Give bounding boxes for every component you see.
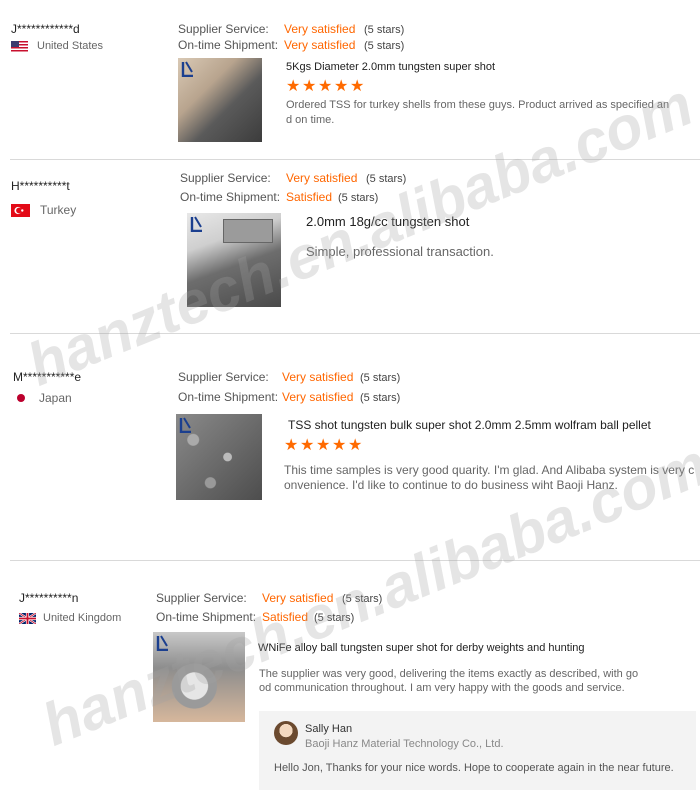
review-comment: Ordered TSS for turkey shells from these… (286, 98, 698, 128)
us-flag-icon (11, 40, 28, 52)
buyer-name: H**********t (11, 179, 70, 193)
supplier-service-stars: (5 stars) (364, 24, 405, 36)
micrometer-icon (223, 219, 273, 243)
shipment-value: Very satisfied (282, 390, 354, 404)
comment-line: od communication throughout. I am very h… (259, 682, 625, 694)
reply-author-name: Sally Han (305, 723, 353, 735)
comment-line: Simple, professional transaction. (306, 244, 494, 259)
star-icon: ★ (284, 437, 299, 454)
buyer-country: Japan (15, 391, 72, 405)
supplier-service-label: Supplier Service: (178, 370, 269, 384)
product-star-rating: ★ ★ ★ ★ ★ (286, 78, 365, 95)
star-icon: ★ (302, 78, 317, 95)
supplier-service-stars: (5 stars) (360, 372, 401, 384)
star-icon: ★ (316, 437, 331, 454)
supplier-service-label: Supplier Service: (178, 22, 269, 36)
hanz-logo-icon (156, 635, 168, 651)
product-thumbnail[interactable] (178, 58, 262, 142)
buyer-country: United Kingdom (19, 612, 121, 624)
product-thumbnail[interactable] (187, 213, 281, 307)
review-divider (10, 560, 700, 561)
japan-flag-icon (15, 392, 27, 404)
comment-line: Ordered TSS for turkey shells from these… (286, 99, 670, 111)
supplier-service-value: Very satisfied (286, 171, 358, 185)
shipment-value: Satisfied (286, 190, 333, 204)
hanz-logo-icon (181, 61, 193, 77)
buyer-country: United States (11, 40, 103, 52)
country-label: United States (37, 40, 104, 52)
star-icon: ★ (332, 437, 347, 454)
star-icon: ★ (300, 437, 315, 454)
shipment-rating: On-time Shipment: Satisfied (5 stars) (180, 190, 378, 204)
shipment-stars: (5 stars) (338, 192, 379, 204)
hanz-logo-icon (190, 216, 202, 232)
supplier-service-rating: Supplier Service: Very satisfied (5 star… (180, 171, 406, 185)
supplier-service-label: Supplier Service: (156, 591, 247, 605)
review-comment: The supplier was very good, delivering t… (259, 667, 659, 695)
shipment-value: Very satisfied (284, 38, 356, 52)
review-comment: This time samples is very good quarity. … (284, 463, 698, 493)
supplier-service-label: Supplier Service: (180, 171, 271, 185)
shipment-stars: (5 stars) (314, 612, 355, 624)
star-icon: ★ (318, 78, 333, 95)
star-icon: ★ (334, 78, 349, 95)
product-star-rating: ★ ★ ★ ★ ★ (284, 437, 363, 454)
comment-line: onvenience. I'd like to continue to do b… (284, 478, 618, 492)
shipment-stars: (5 stars) (360, 392, 401, 404)
country-label: Turkey (40, 203, 77, 217)
shipment-label: On-time Shipment: (178, 390, 279, 404)
review-divider (10, 159, 700, 160)
product-title[interactable]: 5Kgs Diameter 2.0mm tungsten super shot (286, 61, 495, 73)
supplier-service-rating: Supplier Service: Very satisfied (5 star… (178, 22, 404, 36)
product-title[interactable]: WNiFe alloy ball tungsten super shot for… (258, 642, 585, 654)
comment-line: d on time. (286, 114, 335, 126)
buyer-name: M***********e (13, 370, 82, 384)
supplier-service-rating: Supplier Service: Very satisfied (5 star… (156, 591, 382, 605)
star-icon: ★ (286, 78, 301, 95)
shipment-label: On-time Shipment: (156, 610, 257, 624)
supplier-reply: Sally Han Baoji Hanz Material Technology… (259, 711, 696, 790)
buyer-name: J**********n (19, 591, 79, 605)
product-title[interactable]: TSS shot tungsten bulk super shot 2.0mm … (288, 418, 651, 432)
uk-flag-icon (19, 612, 36, 624)
shipment-label: On-time Shipment: (180, 190, 281, 204)
supplier-service-rating: Supplier Service: Very satisfied (5 star… (178, 370, 400, 384)
supplier-service-value: Very satisfied (282, 370, 354, 384)
turkey-flag-icon (11, 203, 30, 217)
shipment-stars: (5 stars) (364, 40, 405, 52)
supplier-service-value: Very satisfied (284, 22, 356, 36)
product-thumbnail[interactable] (176, 414, 262, 500)
shipment-rating: On-time Shipment: Satisfied (5 stars) (156, 610, 354, 624)
avatar (274, 721, 298, 745)
comment-line: The supplier was very good, delivering t… (259, 668, 639, 680)
star-icon: ★ (350, 78, 365, 95)
reply-company: Baoji Hanz Material Technology Co., Ltd. (305, 738, 504, 750)
review-comment: Simple, professional transaction. (306, 243, 494, 260)
hanz-logo-icon (179, 417, 191, 433)
country-label: United Kingdom (43, 612, 122, 624)
comment-line: This time samples is very good quarity. … (284, 463, 695, 477)
star-icon: ★ (348, 437, 363, 454)
supplier-service-stars: (5 stars) (366, 173, 407, 185)
buyer-name: J************d (11, 22, 80, 36)
product-thumbnail[interactable] (153, 632, 245, 722)
shipment-rating: On-time Shipment: Very satisfied (5 star… (178, 390, 400, 404)
buyer-country: Turkey (11, 203, 76, 217)
country-label: Japan (39, 391, 72, 405)
shipment-label: On-time Shipment: (178, 38, 279, 52)
supplier-service-value: Very satisfied (262, 591, 334, 605)
reply-text: Hello Jon, Thanks for your nice words. H… (274, 762, 674, 774)
product-title[interactable]: 2.0mm 18g/cc tungsten shot (306, 214, 469, 229)
supplier-service-stars: (5 stars) (342, 593, 383, 605)
shipment-value: Satisfied (262, 610, 309, 624)
review-divider (10, 333, 700, 334)
shipment-rating: On-time Shipment: Very satisfied (5 star… (178, 38, 404, 52)
